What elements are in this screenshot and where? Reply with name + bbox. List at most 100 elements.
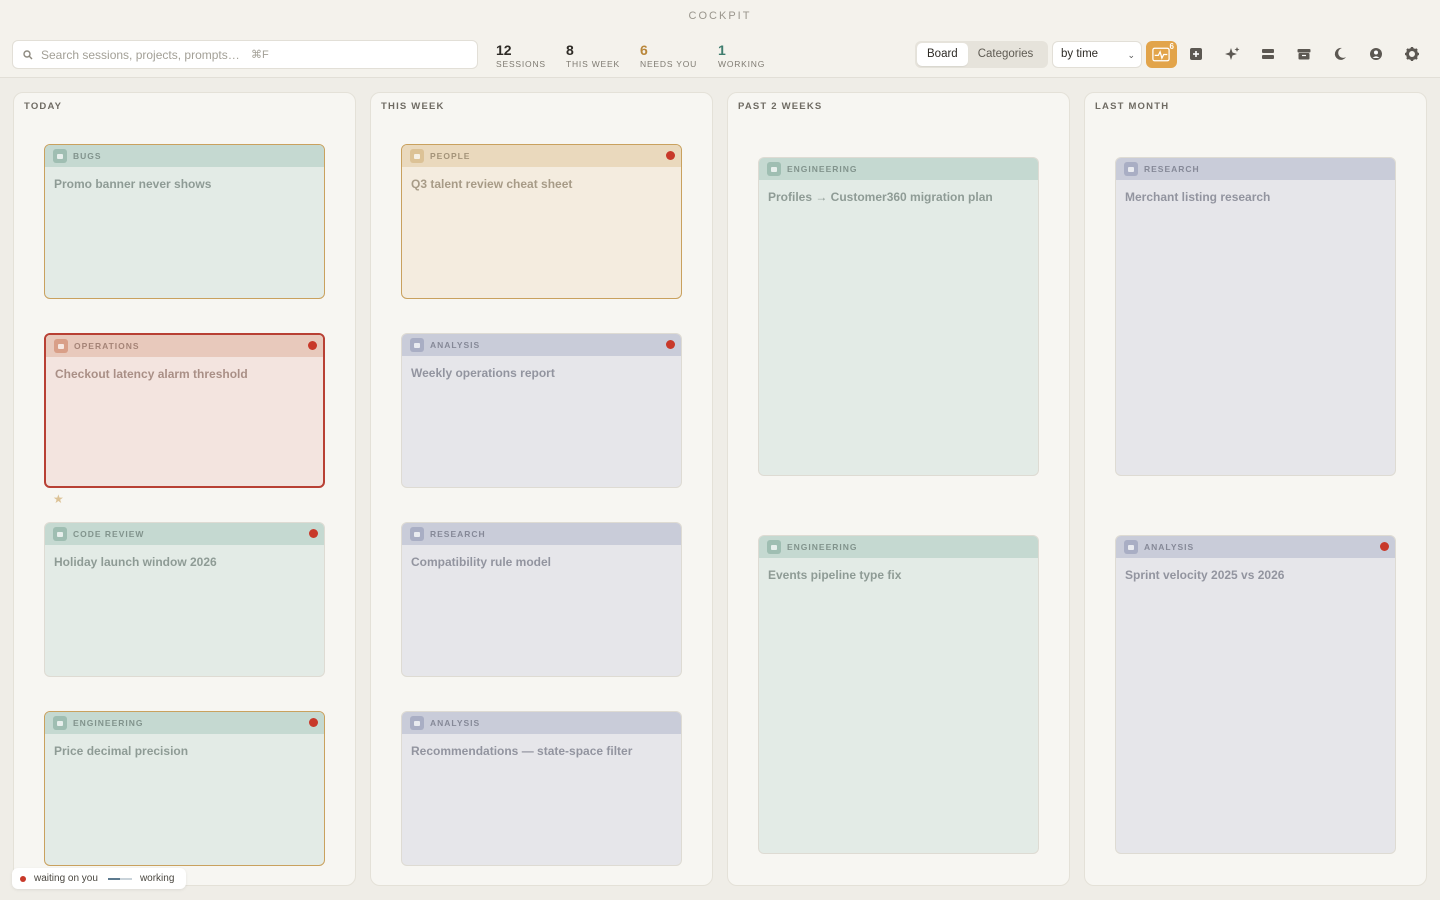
- categories-view-button[interactable]: Categories: [968, 43, 1044, 66]
- card-title: Holiday launch window 2026: [54, 555, 217, 569]
- session-card[interactable]: ENGINEERING Profiles → Customer360 migra…: [758, 157, 1039, 476]
- legend-working-label: working: [139, 873, 175, 884]
- account-icon: [1370, 48, 1382, 60]
- card-title: Profiles → Customer360 migration plan: [768, 190, 993, 204]
- column-title: PAST 2 WEEKS: [738, 101, 823, 112]
- activity-badge: 6: [1169, 42, 1174, 51]
- card-category: BUGS: [73, 151, 102, 161]
- stat-sessions-value: 12: [496, 42, 512, 58]
- magnifier-icon: [410, 527, 424, 541]
- new-session-icon: [1190, 48, 1202, 60]
- app-title: COCKPIT: [0, 0, 1440, 32]
- toolbar: ⌘F 12 SESSIONS 8 THIS WEEK 6 NEEDS YOU 1…: [0, 32, 1440, 78]
- needs-you-dot: [666, 151, 675, 160]
- card-category: RESEARCH: [430, 529, 486, 539]
- card-category: CODE REVIEW: [73, 529, 145, 539]
- stat-working-label: WORKING: [718, 59, 766, 69]
- settings-button[interactable]: [1403, 45, 1421, 63]
- list-icon: [1124, 540, 1138, 554]
- column-title: LAST MONTH: [1095, 101, 1170, 112]
- session-card[interactable]: ANALYSIS Recommendations — state-space f…: [401, 711, 682, 866]
- card-category: ANALYSIS: [430, 340, 481, 350]
- search-input[interactable]: [41, 47, 251, 62]
- stat-sessions: 12 SESSIONS: [496, 42, 546, 70]
- card-title: Q3 talent review cheat sheet: [411, 177, 573, 191]
- session-card[interactable]: ENGINEERING Events pipeline type fix: [758, 535, 1039, 854]
- card-category: OPERATIONS: [74, 341, 140, 351]
- status-legend: waiting on you working: [12, 868, 186, 889]
- folder-icon: [53, 527, 67, 541]
- activity-button[interactable]: 6: [1146, 41, 1177, 68]
- working-line-icon: [107, 877, 132, 880]
- session-card[interactable]: ENGINEERING Price decimal precision: [44, 711, 325, 866]
- needs-you-dot: [309, 529, 318, 538]
- card-title: Price decimal precision: [54, 744, 189, 758]
- card-category: ANALYSIS: [430, 718, 481, 728]
- needs-you-dot: [666, 340, 675, 349]
- waiting-dot-icon: [20, 875, 26, 882]
- card-category: RESEARCH: [1144, 164, 1200, 174]
- card-title: Events pipeline type fix: [768, 568, 902, 582]
- list-icon: [410, 716, 424, 730]
- needs-you-dot: [1380, 542, 1389, 551]
- card-title: Sprint velocity 2025 vs 2026: [1125, 568, 1285, 582]
- stat-this-week: 8 THIS WEEK: [566, 42, 620, 70]
- gear-icon: [54, 339, 68, 353]
- chevron-down-icon: ⌄: [1127, 50, 1135, 60]
- sparkle-button[interactable]: [1223, 45, 1241, 63]
- stat-needs-you-value: 6: [640, 42, 648, 58]
- card-category: ANALYSIS: [1144, 542, 1195, 552]
- card-title: Checkout latency alarm threshold: [55, 367, 248, 381]
- new-session-button[interactable]: [1187, 45, 1205, 63]
- stat-this-week-label: THIS WEEK: [566, 59, 620, 69]
- image-icon: [53, 716, 67, 730]
- session-card[interactable]: ANALYSIS Weekly operations report: [401, 333, 682, 488]
- column-title: TODAY: [24, 101, 63, 112]
- sparkle-icon: [1225, 47, 1240, 60]
- column-last-month: LAST MONTH RESEARCH Merchant listing res…: [1084, 92, 1427, 886]
- archive-button[interactable]: [1295, 45, 1313, 63]
- session-card[interactable]: RESEARCH Compatibility rule model: [401, 522, 682, 677]
- board-view-button[interactable]: Board: [917, 43, 968, 66]
- search-shortcut: ⌘F: [251, 49, 269, 61]
- gear-icon: [1405, 47, 1419, 61]
- sort-select[interactable]: by time ⌄: [1052, 41, 1142, 68]
- card-category: ENGINEERING: [787, 542, 858, 552]
- stat-working: 1 WORKING: [718, 42, 765, 70]
- needs-you-dot: [309, 718, 318, 727]
- sort-select-value: by time: [1061, 48, 1099, 60]
- stat-sessions-label: SESSIONS: [496, 59, 546, 69]
- card-title: Promo banner never shows: [54, 177, 212, 191]
- needs-you-dot: [308, 341, 317, 350]
- moon-icon: [1334, 47, 1346, 60]
- image-icon: [767, 162, 781, 176]
- stack-icon: [1262, 49, 1274, 59]
- theme-button[interactable]: [1331, 45, 1349, 63]
- card-category: PEOPLE: [430, 151, 471, 161]
- account-button[interactable]: [1367, 45, 1385, 63]
- card-title: Merchant listing research: [1125, 190, 1271, 204]
- column-today: TODAY BUGS Promo banner never shows OPER…: [13, 92, 356, 886]
- session-card[interactable]: PEOPLE Q3 talent review cheat sheet: [401, 144, 682, 299]
- search-box[interactable]: ⌘F: [12, 40, 478, 69]
- star-icon[interactable]: ★: [53, 492, 64, 506]
- session-card[interactable]: ANALYSIS Sprint velocity 2025 vs 2026: [1115, 535, 1396, 854]
- card-category: ENGINEERING: [787, 164, 858, 174]
- stack-button[interactable]: [1259, 45, 1277, 63]
- card-title: Weekly operations report: [411, 366, 555, 380]
- session-card[interactable]: CODE REVIEW Holiday launch window 2026: [44, 522, 325, 677]
- archive-icon: [1297, 49, 1311, 60]
- column-this-week: THIS WEEK PEOPLE Q3 talent review cheat …: [370, 92, 713, 886]
- column-past-2-weeks: PAST 2 WEEKS ENGINEERING Profiles → Cust…: [727, 92, 1070, 886]
- session-card[interactable]: OPERATIONS Checkout latency alarm thresh…: [44, 333, 325, 488]
- session-card[interactable]: BUGS Promo banner never shows: [44, 144, 325, 299]
- people-icon: [410, 149, 424, 163]
- list-icon: [410, 338, 424, 352]
- stat-working-value: 1: [718, 42, 726, 58]
- column-title: THIS WEEK: [381, 101, 445, 112]
- stat-needs-you: 6 NEEDS YOU: [640, 42, 697, 70]
- session-card[interactable]: RESEARCH Merchant listing research: [1115, 157, 1396, 476]
- card-title: Recommendations — state-space filter: [411, 744, 633, 758]
- image-icon: [767, 540, 781, 554]
- legend-waiting-label: waiting on you: [34, 873, 98, 884]
